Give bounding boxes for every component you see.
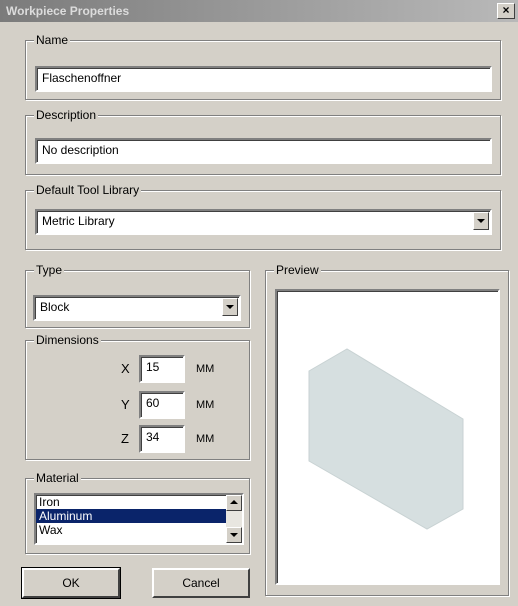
type-group: Type Block — [25, 263, 250, 328]
x-input[interactable]: 15 — [139, 355, 185, 383]
name-group: Name Flaschenoffner — [25, 33, 501, 100]
preview-area — [275, 289, 500, 585]
name-legend: Name — [34, 33, 71, 47]
block-shape — [308, 348, 464, 530]
x-label: X — [121, 361, 130, 376]
material-listbox[interactable]: Iron Aluminum Wax — [34, 493, 244, 545]
ok-button[interactable]: OK — [21, 567, 121, 599]
material-legend: Material — [34, 471, 81, 485]
material-scrollbar[interactable] — [226, 495, 242, 543]
chevron-down-icon[interactable] — [473, 212, 489, 230]
z-input[interactable]: 34 — [139, 425, 185, 453]
chevron-down-icon[interactable] — [222, 298, 238, 316]
tool-library-select[interactable]: Metric Library — [35, 209, 492, 235]
y-input[interactable]: 60 — [139, 391, 185, 419]
preview-group: Preview — [265, 263, 509, 596]
window-title: Workpiece Properties — [6, 4, 130, 18]
type-value: Block — [40, 300, 70, 314]
scroll-down-icon[interactable] — [226, 527, 242, 543]
title-bar: Workpiece Properties × — [0, 0, 518, 22]
type-legend: Type — [34, 263, 65, 277]
x-unit: MM — [196, 363, 215, 375]
type-select[interactable]: Block — [33, 295, 241, 321]
material-item-wax[interactable]: Wax — [36, 523, 242, 537]
dimensions-group: Dimensions X 15 MM Y 60 MM Z 34 MM — [25, 333, 250, 460]
close-icon[interactable]: × — [497, 3, 515, 19]
material-item-aluminum[interactable]: Aluminum — [36, 509, 242, 523]
name-input[interactable]: Flaschenoffner — [35, 66, 492, 92]
description-input[interactable]: No description — [35, 138, 492, 164]
description-legend: Description — [34, 108, 99, 122]
tool-library-value: Metric Library — [42, 214, 115, 228]
material-item-iron[interactable]: Iron — [36, 495, 242, 509]
z-unit: MM — [196, 433, 215, 445]
workpiece-preview-image — [308, 348, 464, 530]
dimensions-legend: Dimensions — [34, 333, 101, 347]
y-unit: MM — [196, 399, 215, 411]
material-group: Material Iron Aluminum Wax — [25, 471, 250, 554]
tool-library-legend: Default Tool Library — [34, 183, 142, 197]
preview-legend: Preview — [274, 263, 321, 277]
description-group: Description No description — [25, 108, 501, 175]
scroll-up-icon[interactable] — [226, 495, 242, 511]
z-label: Z — [121, 431, 129, 446]
y-label: Y — [121, 397, 130, 412]
cancel-button[interactable]: Cancel — [152, 568, 250, 598]
tool-library-group: Default Tool Library Metric Library — [25, 183, 501, 250]
